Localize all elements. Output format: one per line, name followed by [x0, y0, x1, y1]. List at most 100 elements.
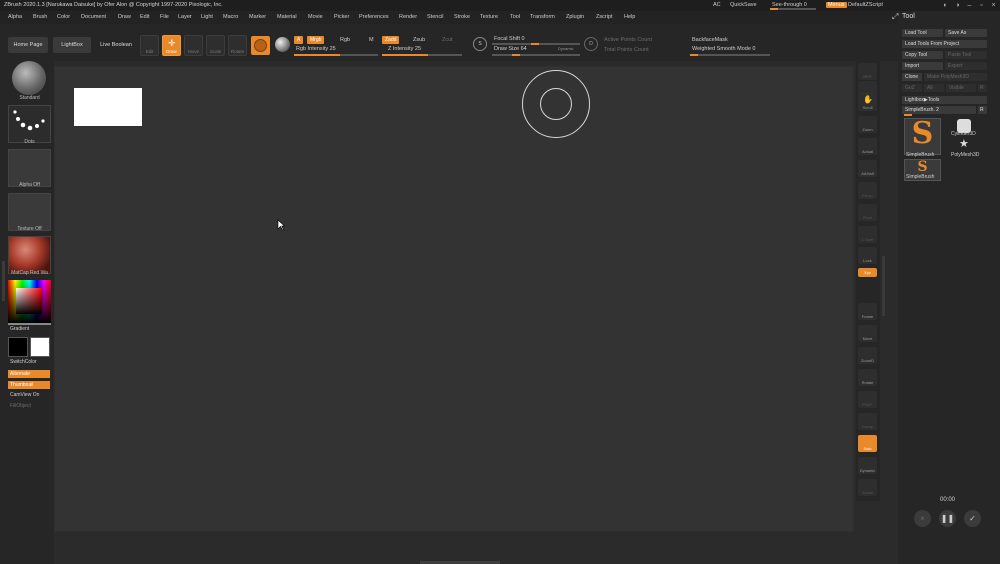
home-page-button[interactable]: Home Page: [8, 37, 48, 53]
focal-shift-label[interactable]: Focal Shift 0: [494, 36, 525, 42]
menu-zplugin[interactable]: Zplugin: [566, 14, 584, 20]
zoomd-button[interactable]: ZoomD: [858, 347, 877, 364]
simplebrush-slider[interactable]: SimpleBrush. 2: [902, 106, 976, 114]
xyz-button[interactable]: Xyz: [858, 268, 877, 277]
make-polymesh-button[interactable]: Make PolyMesh3D: [924, 73, 987, 81]
move-mode-button[interactable]: Move: [184, 35, 203, 56]
menu-tool[interactable]: Tool: [510, 14, 520, 20]
bpr-button[interactable]: BPR: [858, 63, 877, 80]
copy-tool-button[interactable]: Copy Tool: [902, 51, 943, 59]
tool-palette-title[interactable]: Tool: [902, 13, 915, 20]
menu-preferences[interactable]: Preferences: [359, 14, 389, 20]
floor-button[interactable]: Floor: [858, 204, 877, 221]
polymesh3d-star-icon[interactable]: ★: [959, 137, 969, 150]
pause-recording-icon[interactable]: ❚❚: [939, 510, 956, 527]
polyf-button[interactable]: PolyF: [858, 391, 877, 408]
menu-movie[interactable]: Movie: [308, 14, 323, 20]
menu-render[interactable]: Render: [399, 14, 417, 20]
scale-mode-button[interactable]: Scale: [206, 35, 225, 56]
main-color-swatch[interactable]: [8, 337, 28, 357]
actual-button[interactable]: Actual: [858, 138, 877, 155]
rotate-button[interactable]: Rotate: [858, 369, 877, 386]
menu-texture[interactable]: Texture: [480, 14, 498, 20]
close-icon[interactable]: ×: [988, 0, 999, 11]
dynamic-button[interactable]: Dynamic: [858, 457, 877, 474]
alternate-button[interactable]: Alternate: [8, 370, 50, 378]
rgb-intensity-label[interactable]: Rgb Intensity 25: [296, 46, 336, 52]
quicksave-button[interactable]: QuickSave: [730, 2, 757, 8]
tool-simplebrush-tile[interactable]: S: [904, 118, 941, 155]
all-button[interactable]: All: [924, 84, 944, 92]
menu-zscript[interactable]: Zscript: [596, 14, 613, 20]
lsym-button[interactable]: L.Sym: [858, 226, 877, 243]
menu-marker[interactable]: Marker: [249, 14, 266, 20]
menu-material[interactable]: Material: [277, 14, 297, 20]
ac-label[interactable]: AC: [713, 2, 721, 8]
lock-button[interactable]: Lock: [858, 247, 877, 264]
d-toggle-icon[interactable]: D: [584, 37, 598, 51]
paste-tool-button[interactable]: Paste Tool: [945, 51, 987, 59]
camview-button[interactable]: CamView On: [10, 392, 39, 398]
rotate-mode-button[interactable]: Rotate: [228, 35, 247, 56]
menu-edit[interactable]: Edit: [140, 14, 149, 20]
menu-file[interactable]: File: [160, 14, 169, 20]
dots-stroke-button[interactable]: [8, 105, 51, 143]
load-tools-from-project-button[interactable]: Load Tools From Project: [902, 40, 987, 48]
load-tool-button[interactable]: Load Tool: [902, 29, 943, 37]
rgb-button[interactable]: Rgb: [340, 37, 350, 43]
zsub-button[interactable]: Zsub: [413, 37, 425, 43]
export-button[interactable]: Export: [945, 62, 987, 70]
weighted-smooth-slider[interactable]: [690, 54, 770, 56]
move-button[interactable]: Move: [858, 325, 877, 342]
frame-button[interactable]: Frame: [858, 303, 877, 320]
a-button[interactable]: A: [294, 36, 304, 44]
m-button[interactable]: M: [369, 37, 374, 43]
live-boolean-button[interactable]: Live Boolean: [95, 37, 137, 53]
menu-stroke[interactable]: Stroke: [454, 14, 470, 20]
weighted-smooth-label[interactable]: Weighted Smooth Mode 0: [692, 46, 756, 52]
menu-picker[interactable]: Picker: [334, 14, 349, 20]
theme-icon[interactable]: ◑: [952, 0, 963, 11]
default-zscript-button[interactable]: DefaultZScript: [848, 2, 883, 8]
edit-mode-button[interactable]: Edit: [140, 35, 159, 56]
menu-color[interactable]: Color: [57, 14, 70, 20]
s-toggle-icon[interactable]: S: [473, 37, 487, 51]
save-as-button[interactable]: Save As: [945, 29, 987, 37]
cancel-recording-icon[interactable]: ×: [914, 510, 931, 527]
confirm-recording-icon[interactable]: ✓: [964, 510, 981, 527]
menu-stencil[interactable]: Stencil: [427, 14, 444, 20]
transp-button[interactable]: Transp: [858, 413, 877, 430]
navigation-thumbnail[interactable]: [74, 88, 142, 126]
xpose-button[interactable]: Xpose: [858, 479, 877, 496]
color-picker[interactable]: [8, 280, 51, 323]
fillobject-button[interactable]: FillObject: [10, 403, 31, 409]
lightbox-tools-button[interactable]: Lightbox▶Tools: [902, 96, 987, 104]
material-button[interactable]: [8, 236, 51, 274]
goz-button[interactable]: GoZ: [902, 84, 922, 92]
menu-alpha[interactable]: Alpha: [8, 14, 22, 20]
material-sphere-icon[interactable]: [275, 37, 290, 52]
menu-macro[interactable]: Macro: [223, 14, 238, 20]
zadd-button[interactable]: Zadd: [382, 36, 400, 44]
minimize-icon[interactable]: –: [964, 0, 975, 11]
menu-brush[interactable]: Brush: [33, 14, 47, 20]
menus-button[interactable]: Menus: [826, 2, 847, 8]
zcut-button[interactable]: Zcut: [442, 37, 453, 43]
persp-button[interactable]: Persp: [858, 182, 877, 199]
switch-icon[interactable]: ◐: [940, 0, 951, 11]
menu-transform[interactable]: Transform: [530, 14, 555, 20]
left-shelf-scrollbar[interactable]: [2, 261, 5, 301]
clone-button[interactable]: Clone: [902, 73, 922, 81]
backface-mask-button[interactable]: BackfaceMask: [692, 37, 728, 43]
simplebrush-r-button[interactable]: R: [978, 106, 987, 114]
import-button[interactable]: Import: [902, 62, 943, 70]
menu-draw[interactable]: Draw: [118, 14, 131, 20]
tool-polymesh3d-label[interactable]: PolyMesh3D: [951, 152, 979, 158]
dynamic-toggle[interactable]: Dynamic: [558, 46, 574, 51]
gradient-bar[interactable]: [8, 323, 51, 325]
mrgb-button[interactable]: Mrgb: [307, 36, 325, 44]
menu-help[interactable]: Help: [624, 14, 635, 20]
visible-button[interactable]: Visible: [946, 84, 976, 92]
draw-size-slider[interactable]: [492, 54, 580, 56]
lightbox-button[interactable]: LightBox: [53, 37, 91, 53]
